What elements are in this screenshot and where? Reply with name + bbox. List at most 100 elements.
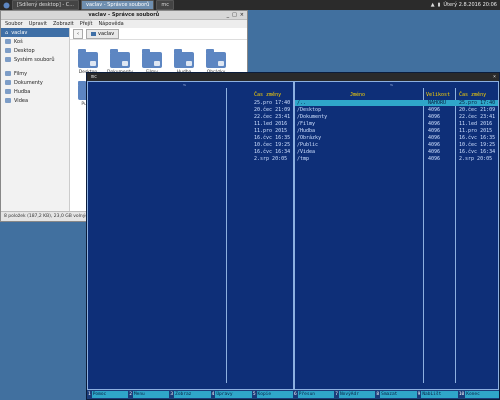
left-pane-row[interactable]: 2.srp 20:05 bbox=[88, 156, 293, 162]
fkey-5[interactable]: 5 Kopie bbox=[252, 390, 294, 399]
fm-sidebar: ⌂ vaclav Koš Desktop Systém souborů Filmy… bbox=[1, 28, 70, 212]
left-pane-row[interactable]: 16.čvc 16:34 bbox=[88, 149, 293, 155]
row-modify-time: 25.pro 17:40 bbox=[254, 100, 291, 106]
right-header-modify: Čas změny bbox=[459, 92, 487, 98]
clock[interactable]: Úterý 2.8.2016 20:06 bbox=[443, 2, 497, 8]
maximize-icon[interactable]: □ bbox=[232, 12, 237, 18]
menu-napoveda[interactable]: Nápověda bbox=[98, 21, 123, 27]
right-header-size: Velikost bbox=[426, 92, 451, 98]
desktop-icon bbox=[5, 48, 11, 53]
row-name: /Obrázky bbox=[297, 135, 322, 141]
row-size: 4096 bbox=[428, 114, 441, 120]
row-name: /Hudba bbox=[297, 128, 316, 134]
sidebar-item-videa[interactable]: Videa bbox=[1, 96, 69, 105]
breadcrumb[interactable]: vaclav bbox=[86, 28, 120, 39]
minimize-icon[interactable]: _ bbox=[227, 12, 230, 18]
menu-zobrazit[interactable]: Zobrazit bbox=[53, 21, 74, 27]
right-pane-row[interactable]: /Filmy 4096 11.led 2016 bbox=[295, 121, 498, 127]
fm-titlebar[interactable]: vaclav - Správce souborů _ □ × bbox=[1, 11, 247, 20]
left-pane-row[interactable]: 20.čec 21:09 bbox=[88, 107, 293, 113]
row-size: 4096 bbox=[428, 107, 441, 113]
menu-soubor[interactable]: Soubor bbox=[5, 21, 23, 27]
folder-icon bbox=[5, 71, 11, 76]
fkey-label: Zobraz bbox=[174, 391, 211, 398]
mc-right-pane[interactable]: ~ Jméno Velikost Čas změny /.. NAHORU 25.p… bbox=[294, 81, 499, 390]
fkey-9[interactable]: 9 NabLišt bbox=[417, 390, 458, 399]
sidebar-item-filesystem[interactable]: Systém souborů bbox=[1, 55, 69, 64]
row-time: 20.čec 21:09 bbox=[459, 107, 496, 113]
left-pane-row[interactable]: 16.čvc 16:35 bbox=[88, 135, 293, 141]
task-terminal[interactable]: mc bbox=[156, 0, 174, 10]
mc-body: ~ Čas změny 25.pro 17:40 20.čec 21:09 22.č… bbox=[87, 81, 499, 390]
row-modify-time: 10.čec 19:25 bbox=[254, 142, 291, 148]
row-modify-time: 22.čec 23:41 bbox=[254, 114, 291, 120]
row-time: 10.čec 19:25 bbox=[459, 142, 496, 148]
folder-icon bbox=[5, 89, 11, 94]
sidebar-item-desktop[interactable]: Desktop bbox=[1, 46, 69, 55]
fkey-label: NabLišt bbox=[421, 391, 458, 398]
terminal-title: mc bbox=[91, 74, 98, 80]
left-pane-path: ~ bbox=[183, 83, 187, 89]
row-name: /Filmy bbox=[297, 121, 316, 127]
row-modify-time: 11.pro 2015 bbox=[254, 128, 288, 134]
close-icon[interactable]: × bbox=[240, 12, 244, 18]
fkey-6[interactable]: 6 Přesun bbox=[293, 390, 335, 399]
fkey-8[interactable]: 8 Smazat bbox=[375, 390, 417, 399]
folder-icon bbox=[110, 49, 130, 68]
right-pane-row[interactable]: /Public 4096 10.čec 19:25 bbox=[295, 142, 498, 148]
right-pane-row[interactable]: /.. NAHORU 25.pro 17:40 bbox=[295, 100, 498, 106]
mc-left-pane[interactable]: ~ Čas změny 25.pro 17:40 20.čec 21:09 22.č… bbox=[87, 81, 294, 390]
row-size: 4096 bbox=[428, 149, 441, 155]
sidebar-item-filmy[interactable]: Filmy bbox=[1, 69, 69, 78]
row-name: /Videa bbox=[297, 149, 316, 155]
right-pane-row[interactable]: /Desktop 4096 20.čec 21:09 bbox=[295, 107, 498, 113]
network-icon[interactable]: ▲ bbox=[431, 2, 435, 8]
right-pane-row[interactable]: /Dokumenty 4096 22.čec 23:41 bbox=[295, 114, 498, 120]
left-pane-row[interactable]: 22.čec 23:41 bbox=[88, 114, 293, 120]
row-time: 16.čvc 16:34 bbox=[459, 149, 496, 155]
row-name: /.. bbox=[297, 100, 307, 106]
row-modify-time: 2.srp 20:05 bbox=[254, 156, 288, 162]
fkey-label: NovýAdr bbox=[338, 391, 376, 398]
sidebar-item-hudba[interactable]: Hudba bbox=[1, 87, 69, 96]
close-icon[interactable]: × bbox=[493, 74, 499, 80]
right-pane-row[interactable]: /Videa 4096 16.čvc 16:34 bbox=[295, 149, 498, 155]
right-pane-row[interactable]: /Hudba 4096 11.pro 2015 bbox=[295, 128, 498, 134]
right-pane-row[interactable]: /tmp 4096 2.srp 20:05 bbox=[295, 156, 498, 162]
left-pane-row[interactable]: 11.pro 2015 bbox=[88, 128, 293, 134]
sidebar-item-dokumenty[interactable]: Dokumenty bbox=[1, 78, 69, 87]
fkey-10[interactable]: 10 Konec bbox=[458, 390, 500, 399]
task-file-manager[interactable]: vaclav - Správce souborů bbox=[81, 0, 155, 10]
right-pane-row[interactable]: /Obrázky 4096 16.čvc 16:35 bbox=[295, 135, 498, 141]
row-name: /Desktop bbox=[297, 107, 322, 113]
back-button[interactable]: ‹ bbox=[73, 28, 83, 39]
app-menu-icon[interactable] bbox=[2, 1, 10, 9]
row-time: 16.čvc 16:35 bbox=[459, 135, 496, 141]
row-name: /tmp bbox=[297, 156, 310, 162]
task-shared-desktop[interactable]: [Sdílený desktop] - C... bbox=[12, 0, 80, 10]
row-size: 4096 bbox=[428, 142, 441, 148]
fkey-4[interactable]: 4 Úpravy bbox=[211, 390, 252, 399]
sidebar-item-trash[interactable]: Koš bbox=[1, 37, 69, 46]
terminal-titlebar[interactable]: mc × bbox=[87, 73, 499, 81]
left-header-modify: Čas změny bbox=[254, 92, 282, 98]
fkey-7[interactable]: 7 NovýAdr bbox=[334, 390, 376, 399]
fkey-label: Pomoc bbox=[91, 391, 129, 398]
fkey-2[interactable]: 2 Menu bbox=[128, 390, 170, 399]
menu-prejit[interactable]: Přejít bbox=[80, 21, 93, 27]
row-size: NAHORU bbox=[428, 100, 447, 106]
battery-icon[interactable]: ▮ bbox=[438, 2, 441, 8]
row-modify-time: 16.čvc 16:35 bbox=[254, 135, 291, 141]
fkey-3[interactable]: 3 Zobraz bbox=[169, 390, 211, 399]
top-panel: [Sdílený desktop] - C... vaclav - Správc… bbox=[0, 0, 500, 10]
folder-icon bbox=[78, 49, 98, 68]
home-icon: ⌂ bbox=[5, 29, 9, 36]
left-pane-row[interactable]: 11.led 2016 bbox=[88, 121, 293, 127]
left-pane-row[interactable]: 25.pro 17:40 bbox=[88, 100, 293, 106]
fkey-1[interactable]: 1 Pomoc bbox=[87, 390, 129, 399]
sidebar-item-home[interactable]: ⌂ vaclav bbox=[1, 28, 69, 37]
fkey-label: Menu bbox=[132, 391, 170, 398]
left-pane-row[interactable]: 10.čec 19:25 bbox=[88, 142, 293, 148]
menu-upravit[interactable]: Upravit bbox=[29, 21, 47, 27]
fkey-label: Úpravy bbox=[215, 391, 252, 398]
